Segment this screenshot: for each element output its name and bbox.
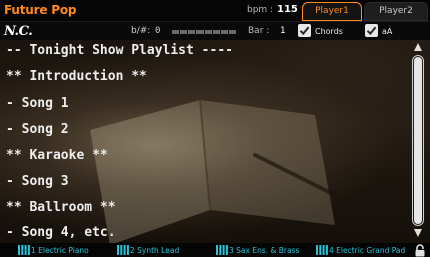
bar-label: Bar :	[248, 26, 270, 36]
lyric-line: - Song 3	[6, 174, 69, 189]
bpm-value[interactable]: 115	[277, 4, 298, 15]
keyboard-icon	[117, 245, 129, 255]
transpose-label: b/#:	[131, 26, 151, 36]
lock-icon[interactable]	[414, 244, 426, 257]
aa-checkbox-label: aA	[382, 27, 393, 36]
chords-checkbox-label: Chords	[315, 27, 343, 36]
part-bar: 1 Electric Piano 2 Synth Lead 3 Sax Ens.…	[0, 243, 430, 257]
status-bar: N.C. b/#: 0 Bar : 1 Chords aA	[0, 21, 430, 40]
part-label: 2 Synth Lead	[130, 246, 180, 255]
tab-player2[interactable]: Player2	[364, 2, 428, 21]
lyric-line: ** Karaoke **	[6, 148, 108, 163]
song-title[interactable]: Future Pop	[4, 3, 76, 17]
part-label: 1 Electric Piano	[31, 246, 89, 255]
lyric-line: -- Tonight Show Playlist ----	[6, 43, 233, 58]
part-label: 3 Sax Ens. & Brass	[229, 246, 300, 255]
lyric-line: - Song 1	[6, 96, 69, 111]
triangle-up-icon[interactable]	[413, 42, 423, 52]
top-bar: Future Pop bpm : 115 Player1 Player2	[0, 0, 430, 21]
bar-value: 1	[280, 26, 286, 36]
transpose-value[interactable]: 0	[155, 26, 160, 36]
scrollbar-thumb[interactable]	[414, 57, 422, 224]
lyric-line: ** Introduction **	[6, 69, 147, 84]
aa-checkbox[interactable]	[365, 24, 378, 37]
keyboard-icon	[18, 245, 30, 255]
current-chord: N.C.	[4, 24, 33, 39]
check-icon	[366, 26, 377, 36]
chords-checkbox[interactable]	[298, 24, 311, 37]
lyric-line: - Song 2	[6, 122, 69, 137]
bpm-label: bpm :	[247, 5, 274, 15]
lyric-line: - Song 4, etc.	[6, 225, 116, 240]
triangle-down-icon[interactable]	[413, 228, 423, 238]
keyboard-icon	[216, 245, 228, 255]
tab-player1[interactable]: Player1	[302, 2, 362, 21]
background-image	[90, 99, 337, 243]
lyrics-panel[interactable]: -- Tonight Show Playlist ---- ** Introdu…	[0, 40, 430, 243]
check-icon	[299, 26, 310, 36]
keyboard-icon	[316, 245, 328, 255]
level-meter	[172, 30, 236, 34]
part-label: 4 Electric Grand Pad	[329, 246, 406, 255]
lyric-line: ** Ballroom **	[6, 200, 116, 215]
